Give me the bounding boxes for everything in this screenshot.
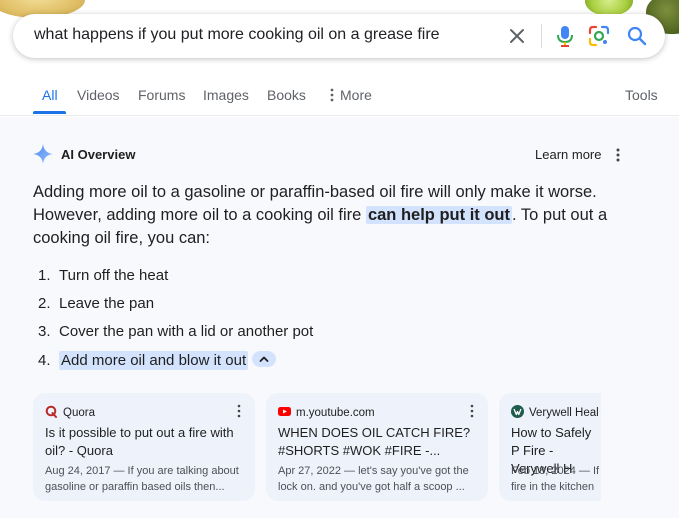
source-site: Verywell Heal xyxy=(511,405,599,419)
tab-images[interactable]: Images xyxy=(203,87,249,103)
search-tabs: All Videos Forums Images Books More Tool… xyxy=(0,80,679,116)
quora-logo xyxy=(45,405,57,418)
kebab-icon[interactable] xyxy=(235,404,243,418)
step-text: Turn off the heat xyxy=(59,267,169,284)
search-divider xyxy=(541,24,542,48)
step-text-highlighted[interactable]: Add more oil and blow it out xyxy=(59,351,249,370)
more-dots-icon xyxy=(330,88,334,102)
verywell-logo xyxy=(511,405,524,418)
source-card-verywell[interactable]: Verywell Heal How to Safely P Fire - Ver… xyxy=(499,393,601,501)
active-tab-indicator xyxy=(33,111,66,114)
tab-forums[interactable]: Forums xyxy=(138,87,185,103)
list-item: 4. Add more oil and blow it out xyxy=(38,351,277,370)
kebab-icon[interactable] xyxy=(612,147,624,163)
step-text: Leave the pan xyxy=(59,295,155,312)
step-number: 2. xyxy=(38,295,51,312)
tab-videos[interactable]: Videos xyxy=(77,87,120,103)
step-text: Cover the pan with a lid or another pot xyxy=(59,323,314,340)
ai-overview-panel: AI Overview Learn more Adding more oil t… xyxy=(0,117,679,518)
tab-all[interactable]: All xyxy=(42,87,58,103)
source-site-name: Verywell Heal xyxy=(529,407,599,419)
chevron-up-icon[interactable] xyxy=(252,351,277,367)
ai-overview-summary: Adding more oil to a gasoline or paraffi… xyxy=(33,181,643,250)
source-snippet: Feb 18, 2024 — If fire in the kitchen xyxy=(511,465,600,493)
tab-more-label: More xyxy=(340,87,372,103)
search-input[interactable]: what happens if you put more cooking oil… xyxy=(34,26,440,44)
list-item: 3. Cover the pan with a lid or another po… xyxy=(38,323,313,340)
search-bar[interactable]: what happens if you put more cooking oil… xyxy=(13,14,665,58)
source-snippet: Aug 24, 2017 — If you are talking about … xyxy=(45,465,239,493)
sparkle-icon xyxy=(33,144,53,164)
lens-icon[interactable] xyxy=(587,24,611,48)
source-title[interactable]: Is it possible to put out a fire with oi… xyxy=(45,424,255,460)
search-icon[interactable] xyxy=(625,24,649,48)
kebab-icon[interactable] xyxy=(468,404,476,418)
source-site-name: Quora xyxy=(63,407,95,419)
learn-more-link[interactable]: Learn more xyxy=(535,147,601,162)
mic-icon[interactable] xyxy=(553,23,577,49)
step-number: 3. xyxy=(38,323,51,340)
youtube-logo xyxy=(278,407,291,416)
tab-books[interactable]: Books xyxy=(267,87,306,103)
source-site: Quora xyxy=(45,405,95,419)
source-card-youtube[interactable]: m.youtube.com WHEN DOES OIL CATCH FIRE? … xyxy=(266,393,488,501)
tab-more[interactable]: More xyxy=(330,87,372,103)
list-item: 2. Leave the pan xyxy=(38,295,154,312)
clear-icon[interactable] xyxy=(505,24,529,48)
source-card-quora[interactable]: Quora Is it possible to put out a fire w… xyxy=(33,393,255,501)
source-snippet: Apr 27, 2022 — let's say you've got the … xyxy=(278,465,469,493)
source-site: m.youtube.com xyxy=(278,405,375,419)
step-number: 4. xyxy=(38,352,51,369)
source-title[interactable]: WHEN DOES OIL CATCH FIRE? #SHORTS #WOK #… xyxy=(278,424,488,460)
ai-overview-title: AI Overview xyxy=(61,147,136,162)
step-number: 1. xyxy=(38,267,51,284)
source-site-name: m.youtube.com xyxy=(296,407,375,419)
list-item: 1. Turn off the heat xyxy=(38,267,168,284)
tools-button[interactable]: Tools xyxy=(625,87,658,103)
summary-highlight[interactable]: can help put it out xyxy=(365,206,513,224)
